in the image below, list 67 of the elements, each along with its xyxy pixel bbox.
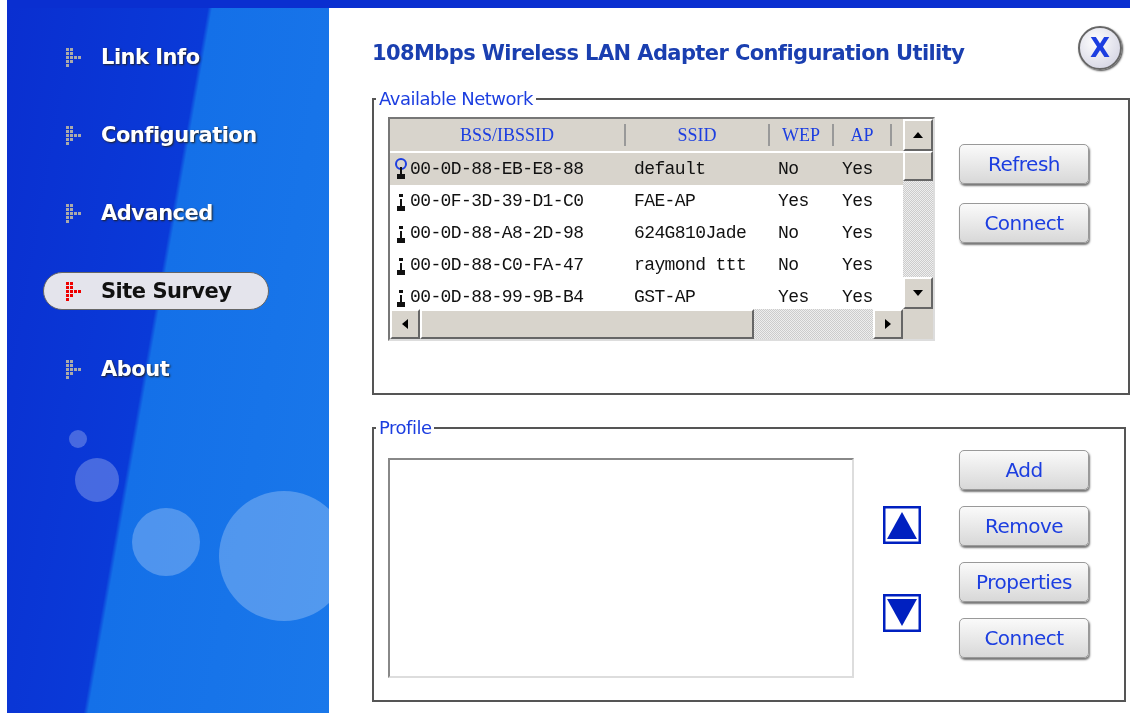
dots-icon [66, 359, 81, 379]
network-row[interactable]: 00-0D-88-A8-2D-98 624G810Jade No Yes [390, 217, 903, 249]
dots-icon [66, 203, 81, 223]
right-arrow-icon [885, 319, 891, 329]
table-cell-text: No [777, 223, 800, 243]
down-arrow-icon [913, 290, 923, 296]
close-button[interactable]: X [1078, 26, 1122, 70]
table-cell-text: FAE-AP [633, 191, 697, 211]
profile-button[interactable]: Remove [959, 506, 1089, 546]
scroll-down-button[interactable] [903, 277, 933, 309]
dots-icon [66, 281, 81, 301]
table-cell: 00-0D-88-A8-2D-98 [390, 222, 626, 244]
network-button[interactable]: Connect [959, 203, 1089, 243]
table-cell-text: Yes [777, 191, 810, 211]
scroll-left-button[interactable] [390, 309, 420, 339]
network-row[interactable]: 00-0D-88-C0-FA-47 raymond ttt No Yes [390, 249, 903, 281]
table-cell-text: Yes [841, 191, 874, 211]
column-header[interactable]: WEP [770, 124, 834, 146]
up-arrow-icon [913, 132, 923, 138]
table-cell: 00-0F-3D-39-D1-C0 [390, 190, 626, 212]
profile-button[interactable]: Connect [959, 618, 1089, 658]
network-button[interactable]: Refresh [959, 144, 1089, 184]
network-row[interactable]: 00-0F-3D-39-D1-C0 FAE-AP Yes Yes [390, 185, 903, 217]
table-cell-text: No [777, 255, 800, 275]
table-cell-text: 624G810Jade [633, 223, 748, 243]
group-label: Profile [378, 417, 433, 438]
table-cell-text: raymond ttt [633, 255, 748, 275]
scroll-right-button[interactable] [873, 309, 903, 339]
profile-button[interactable]: Properties [959, 562, 1089, 602]
move-down-button[interactable] [883, 594, 921, 632]
nav-item[interactable]: About [43, 350, 269, 388]
table-cell: 00-0D-88-EB-E8-88 [390, 158, 626, 180]
move-up-button[interactable] [883, 506, 921, 544]
table-cell-text: default [633, 159, 707, 179]
dots-icon [66, 47, 81, 67]
table-cell-text: Yes [841, 287, 874, 307]
table-cell-text: GST-AP [633, 287, 697, 307]
scroll-up-button[interactable] [903, 119, 933, 151]
network-list[interactable]: BSS/IBSSID SSID WEP AP 00-0D-88-EB-E8-88 default No Yes 00-0F-3D-39-D1-C0 FAE-AP Yes Yes 00-0D-88-A8-2D-98 624G810Jade No Yes 00-0D-88-C0-FA-47 raymond ttt No Yes 00-0D-88-99-9B-B4 GST-AP Yes Yes [388, 117, 935, 341]
nav-item[interactable]: Site Survey [43, 272, 269, 310]
scroll-thumb[interactable] [420, 309, 754, 339]
scrollbar-corner [903, 309, 933, 339]
vertical-scrollbar[interactable] [903, 119, 933, 309]
table-cell: 00-0D-88-99-9B-B4 [390, 286, 626, 308]
nav-item[interactable]: Link Info [43, 38, 269, 76]
table-cell-text: No [777, 159, 800, 179]
nav-item[interactable]: Configuration [43, 116, 269, 154]
window-title: 108Mbps Wireless LAN Adapter Configuration Utility [372, 41, 965, 65]
dots-icon [66, 125, 81, 145]
column-header[interactable]: SSID [626, 124, 770, 146]
left-arrow-icon [402, 319, 408, 329]
column-header[interactable]: BSS/IBSSID [390, 124, 626, 146]
scroll-thumb[interactable] [903, 151, 933, 181]
table-cell-text: Yes [841, 159, 874, 179]
decoration-circle [75, 458, 119, 502]
table-cell: 00-0D-88-C0-FA-47 [390, 254, 626, 276]
network-row[interactable]: 00-0D-88-EB-E8-88 default No Yes [390, 153, 903, 185]
table-cell-text: Yes [841, 223, 874, 243]
nav-item[interactable]: Advanced [43, 194, 269, 232]
profile-button[interactable]: Add [959, 450, 1089, 490]
network-row[interactable]: 00-0D-88-99-9B-B4 GST-AP Yes Yes [390, 281, 903, 309]
column-header[interactable]: AP [834, 124, 892, 146]
table-cell-text: Yes [841, 255, 874, 275]
group-label: Available Network [378, 88, 534, 109]
decoration-circle [69, 430, 87, 448]
table-cell-text: Yes [777, 287, 810, 307]
horizontal-scrollbar[interactable] [390, 309, 903, 339]
